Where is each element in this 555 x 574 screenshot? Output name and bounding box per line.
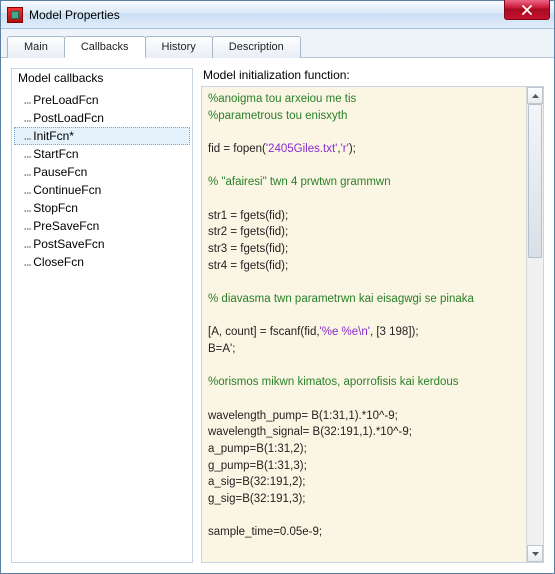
tab-description[interactable]: Description (212, 36, 301, 58)
tree-connector-icon: … (24, 256, 31, 268)
tree-item-label: CloseFcn (33, 255, 84, 269)
tree-item-label: PostLoadFcn (33, 111, 104, 125)
tree-connector-icon: … (24, 238, 31, 250)
titlebar: Model Properties (1, 1, 554, 29)
tree-connector-icon: … (24, 130, 31, 142)
scroll-up-button[interactable] (527, 87, 543, 104)
tab-main[interactable]: Main (7, 36, 65, 58)
scroll-thumb[interactable] (528, 104, 542, 258)
scroll-down-button[interactable] (527, 545, 543, 562)
tab-callbacks[interactable]: Callbacks (64, 36, 146, 58)
tree-item-label: PauseFcn (33, 165, 87, 179)
tree-item-stopfcn[interactable]: …StopFcn (14, 199, 190, 217)
tree-connector-icon: … (24, 166, 31, 178)
tree-item-label: PostSaveFcn (33, 237, 104, 251)
callbacks-panel: Model callbacks …PreLoadFcn…PostLoadFcn…… (11, 68, 193, 563)
tree-item-continuefcn[interactable]: …ContinueFcn (14, 181, 190, 199)
close-button[interactable] (504, 0, 550, 20)
code-editor-wrap: %anoigma tou arxeiou me tis %parametrous… (201, 86, 544, 563)
tree-item-postloadfcn[interactable]: …PostLoadFcn (14, 109, 190, 127)
tab-history[interactable]: History (145, 36, 213, 58)
tree-item-initfcn[interactable]: …InitFcn* (14, 127, 190, 145)
tree-connector-icon: … (24, 94, 31, 106)
editor-panel: Model initialization function: %anoigma … (201, 68, 544, 563)
tree-item-preloadfcn[interactable]: …PreLoadFcn (14, 91, 190, 109)
tree-item-label: PreLoadFcn (33, 93, 98, 107)
tree-item-closefcn[interactable]: …CloseFcn (14, 253, 190, 271)
scroll-track[interactable] (527, 104, 543, 545)
body: Model callbacks …PreLoadFcn…PostLoadFcn…… (1, 58, 554, 573)
tree-connector-icon: … (24, 220, 31, 232)
tree-connector-icon: … (24, 112, 31, 124)
tree-item-postsavefcn[interactable]: …PostSaveFcn (14, 235, 190, 253)
scrollbar-vertical[interactable] (526, 87, 543, 562)
tree-item-label: StopFcn (33, 201, 78, 215)
tree-item-pausefcn[interactable]: …PauseFcn (14, 163, 190, 181)
window-title: Model Properties (29, 8, 120, 22)
tree-item-label: StartFcn (33, 147, 78, 161)
code-editor[interactable]: %anoigma tou arxeiou me tis %parametrous… (202, 87, 526, 562)
tree-item-label: ContinueFcn (33, 183, 101, 197)
tree-item-label: InitFcn* (33, 129, 74, 143)
editor-label: Model initialization function: (203, 68, 544, 82)
close-icon (522, 5, 532, 15)
chevron-up-icon (532, 94, 539, 98)
tree-connector-icon: … (24, 202, 31, 214)
tree-item-label: PreSaveFcn (33, 219, 99, 233)
window: Model Properties MainCallbacksHistoryDes… (0, 0, 555, 574)
tree-connector-icon: … (24, 184, 31, 196)
tree-item-startfcn[interactable]: …StartFcn (14, 145, 190, 163)
callbacks-tree[interactable]: …PreLoadFcn…PostLoadFcn…InitFcn*…StartFc… (12, 87, 192, 562)
app-icon (7, 7, 23, 23)
tree-item-presavefcn[interactable]: …PreSaveFcn (14, 217, 190, 235)
chevron-down-icon (532, 552, 539, 556)
tree-connector-icon: … (24, 148, 31, 160)
tabbar: MainCallbacksHistoryDescription (1, 29, 554, 58)
callbacks-panel-title: Model callbacks (12, 69, 192, 87)
